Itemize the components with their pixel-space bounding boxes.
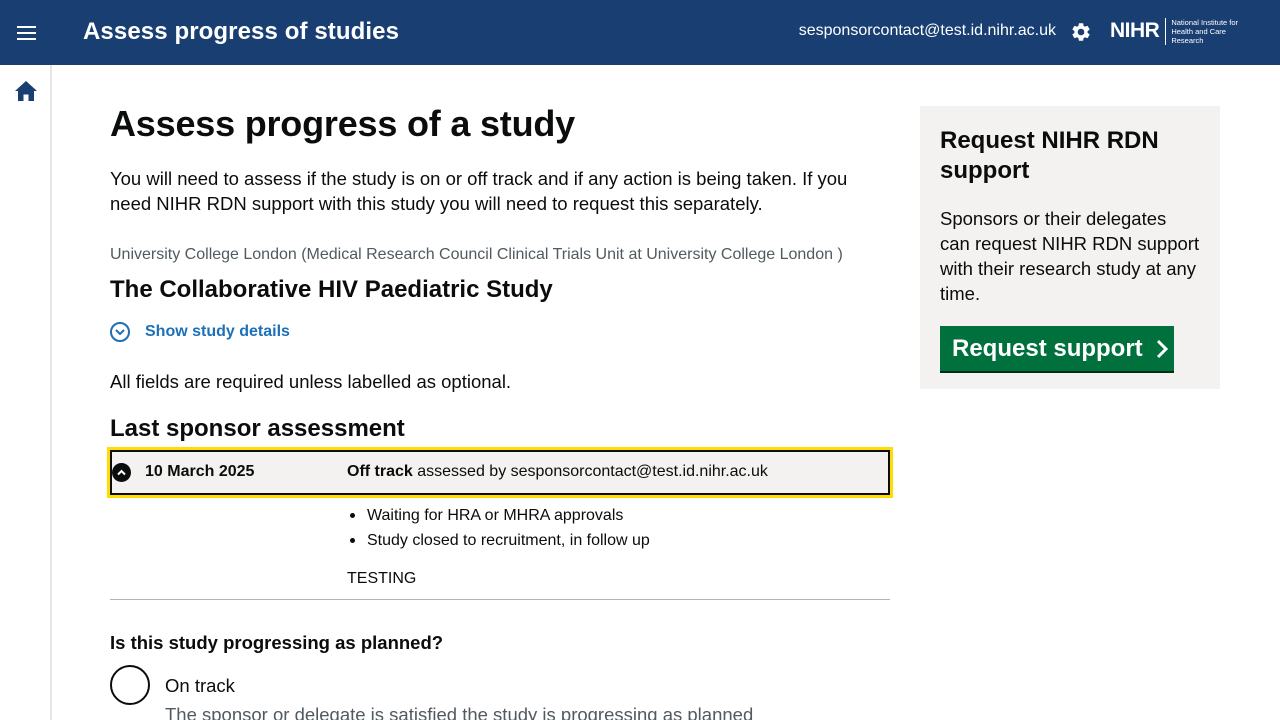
last-assessment-summary-row[interactable]: 10 March 2025 Off track assessed by sesp…	[107, 447, 893, 498]
request-support-button[interactable]: Request support	[940, 326, 1174, 371]
study-title: The Collaborative HIV Paediatric Study	[110, 276, 553, 303]
on-track-hint: The sponsor or delegate is satisfied the…	[165, 704, 754, 720]
chevron-right-icon	[1156, 339, 1168, 358]
assessed-by-text: assessed by sesponsorcontact@test.id.nih…	[417, 463, 768, 480]
top-header: Assess progress of studies sesponsorcont…	[0, 0, 1280, 65]
logo-subtext: National Institute for Health and Care R…	[1165, 17, 1257, 45]
left-sidebar	[0, 65, 52, 720]
logo-text: NIHR	[1110, 19, 1160, 42]
chevron-down-circle-icon	[110, 322, 130, 342]
assessment-status: Off track	[347, 463, 413, 480]
assessment-date: 10 March 2025	[145, 463, 255, 480]
page-title: Assess progress of a study	[110, 103, 575, 144]
chevron-up-circle-icon	[112, 463, 131, 482]
list-item: Study closed to recruitment, in follow u…	[347, 528, 650, 553]
home-icon[interactable]	[15, 81, 37, 101]
last-assessment-heading: Last sponsor assessment	[110, 415, 405, 442]
show-study-details-link[interactable]: Show study details	[145, 323, 290, 341]
nihr-logo[interactable]: NIHR National Institute for Health and C…	[1110, 17, 1257, 45]
panel-title: Request NIHR RDN support	[940, 127, 1159, 184]
gear-icon[interactable]	[1070, 21, 1092, 43]
section-divider	[110, 599, 890, 600]
hamburger-menu-icon[interactable]	[16, 24, 38, 42]
required-fields-note: All fields are required unless labelled …	[110, 371, 512, 392]
assessment-comment: TESTING	[347, 570, 417, 587]
show-study-details-toggle[interactable]: Show study details	[110, 321, 290, 343]
organisation-caption: University College London (Medical Resea…	[110, 246, 843, 263]
progress-question: Is this study progressing as planned?	[110, 632, 444, 653]
on-track-label[interactable]: On track	[165, 675, 235, 697]
assessment-reasons-list: Waiting for HRA or MHRA approvals Study …	[347, 503, 650, 553]
assessment-status-line: Off track assessed by sesponsorcontact@t…	[347, 463, 768, 481]
panel-text: Sponsors or their delegates can request …	[940, 208, 1200, 304]
request-support-panel: Request NIHR RDN support Sponsors or the…	[920, 106, 1220, 389]
on-track-radio[interactable]	[110, 665, 150, 705]
user-email: sesponsorcontact@test.id.nihr.ac.uk	[798, 22, 1056, 39]
list-item: Waiting for HRA or MHRA approvals	[347, 503, 650, 528]
service-title[interactable]: Assess progress of studies	[83, 18, 399, 46]
intro-text: You will need to assess if the study is …	[110, 168, 848, 214]
request-support-label: Request support	[952, 334, 1143, 362]
